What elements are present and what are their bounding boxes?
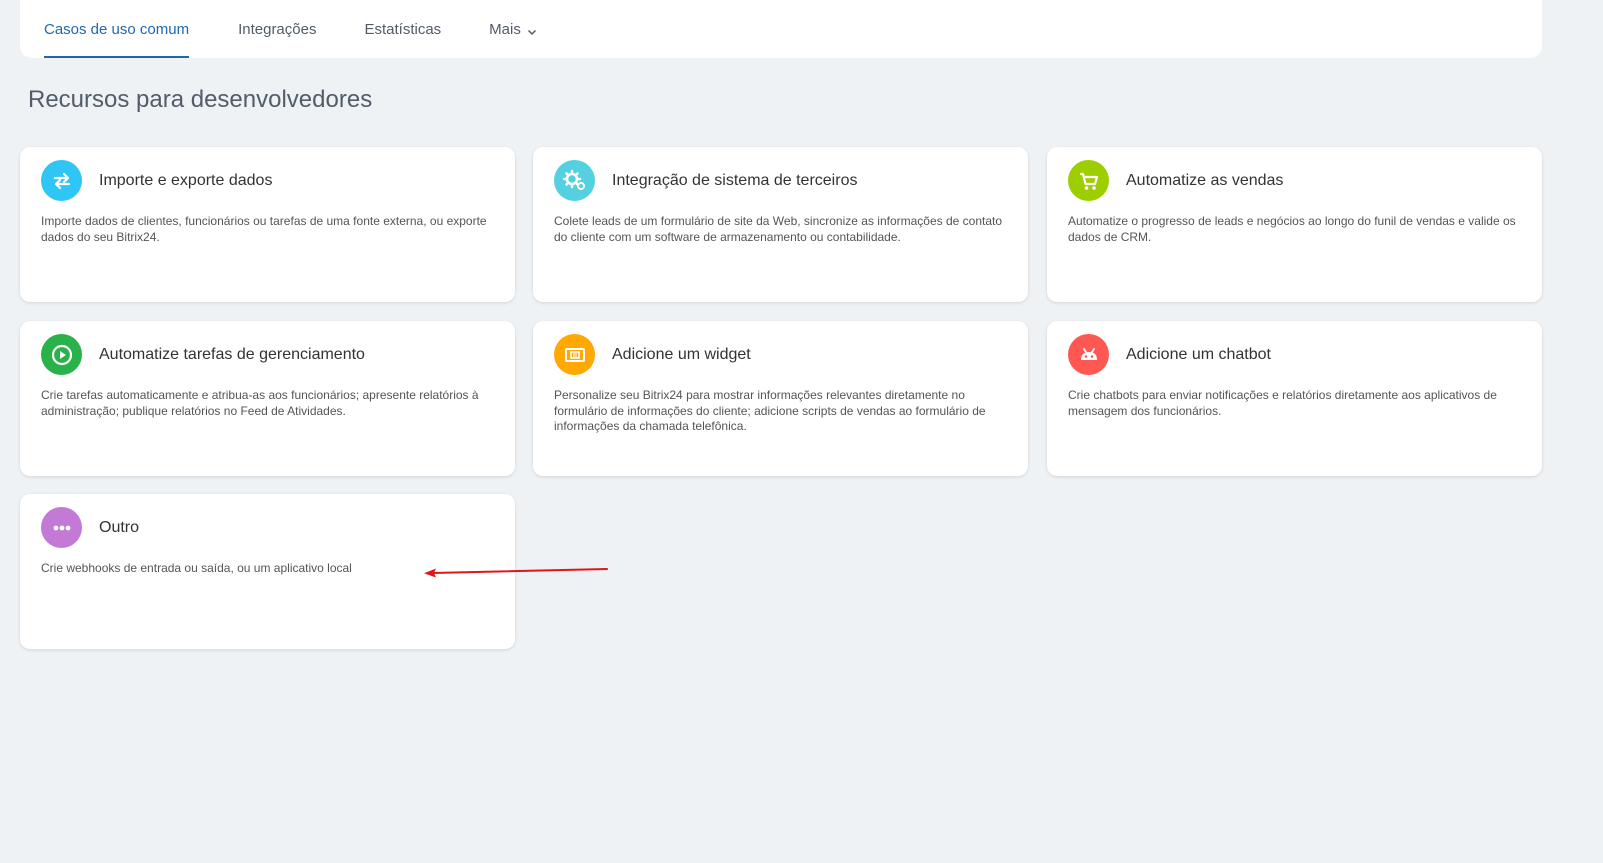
tab-estatisticas[interactable]: Estatísticas (340, 0, 465, 58)
card-title: Automatize as vendas (1126, 172, 1284, 189)
card-description: Colete leads de um formulário de site da… (554, 214, 1003, 244)
card-description: Crie tarefas automaticamente e atribua-a… (41, 388, 479, 418)
tab-mais[interactable]: Mais (465, 0, 561, 58)
robot-icon (1068, 334, 1109, 375)
gears-icon (554, 160, 595, 201)
tab-label: Casos de uso comum (44, 20, 190, 38)
card-title: Importe e exporte dados (99, 172, 273, 189)
scrollbar-track[interactable] (1583, 0, 1603, 863)
widget-icon (554, 334, 595, 375)
card-description: Personalize seu Bitrix24 para mostrar in… (554, 388, 986, 433)
cart-icon (1068, 160, 1109, 201)
card-description: Automatize o progresso de leads e negóci… (1068, 214, 1516, 244)
card-title: Adicione um widget (612, 346, 751, 363)
card-title: Outro (99, 519, 140, 536)
import-export-icon (41, 160, 82, 201)
card-automate-sales[interactable]: Automatize as vendas Automatize o progre… (1047, 147, 1542, 302)
top-tab-bar: Casos de uso comum Integrações Estatísti… (20, 0, 1542, 58)
card-title: Adicione um chatbot (1126, 346, 1271, 363)
tab-label: Mais (489, 20, 521, 38)
tab-label: Estatísticas (364, 20, 442, 38)
card-description: Crie chatbots para enviar notificações e… (1068, 388, 1497, 418)
card-third-party-integration[interactable]: Integração de sistema de terceiros Colet… (533, 147, 1028, 302)
card-add-chatbot[interactable]: Adicione um chatbot Crie chatbots para e… (1047, 321, 1542, 476)
tab-label: Integrações (238, 20, 317, 38)
card-description: Importe dados de clientes, funcionários … (41, 214, 487, 244)
card-automate-management[interactable]: Automatize tarefas de gerenciamento Crie… (20, 321, 515, 476)
tab-casos-de-uso-comum[interactable]: Casos de uso comum (20, 0, 213, 58)
chevron-down-icon (527, 24, 537, 36)
card-title: Automatize tarefas de gerenciamento (99, 346, 365, 363)
more-dots-icon (41, 507, 82, 548)
tab-integracoes[interactable]: Integrações (213, 0, 340, 58)
card-title: Integração de sistema de terceiros (612, 172, 858, 189)
page-title: Recursos para desenvolvedores (28, 86, 373, 113)
play-icon (41, 334, 82, 375)
card-add-widget[interactable]: Adicione um widget Personalize seu Bitri… (533, 321, 1028, 476)
card-import-export[interactable]: Importe e exporte dados Importe dados de… (20, 147, 515, 302)
annotation-arrow (424, 568, 608, 578)
